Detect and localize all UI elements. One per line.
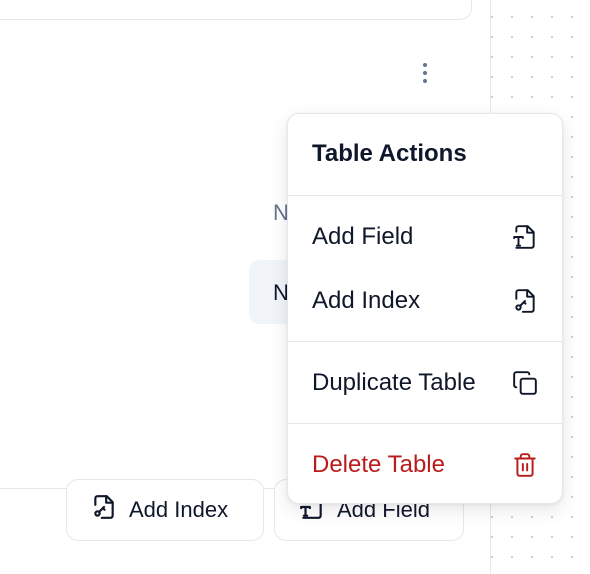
menu-item-duplicate-table[interactable]: Duplicate Table (288, 356, 562, 410)
menu-item-label: Add Index (312, 287, 421, 314)
menu-separator (288, 341, 562, 342)
add-index-button-label: Add Index (129, 497, 229, 522)
menu-separator (288, 195, 562, 196)
menu-item-label: Add Field (312, 223, 414, 250)
trash-icon (512, 452, 538, 478)
menu-item-delete-table[interactable]: Delete Table (288, 438, 562, 492)
menu-title: Table Actions (312, 140, 467, 167)
menu-separator (288, 423, 562, 424)
menu-item-add-index[interactable]: Add Index (288, 274, 562, 328)
copy-icon (512, 370, 538, 396)
file-key-icon (512, 288, 538, 314)
table-actions-menu: Table Actions Add Field Add Index Duplic… (287, 113, 563, 504)
file-key-icon (91, 494, 117, 526)
table-card-above (0, 0, 472, 20)
menu-item-label: Duplicate Table (312, 369, 476, 396)
add-index-button[interactable]: Add Index (66, 479, 264, 541)
file-type-icon (512, 224, 538, 250)
menu-item-label: Delete Table (312, 451, 445, 478)
more-options-icon[interactable] (412, 56, 438, 90)
menu-item-add-field[interactable]: Add Field (288, 210, 562, 264)
